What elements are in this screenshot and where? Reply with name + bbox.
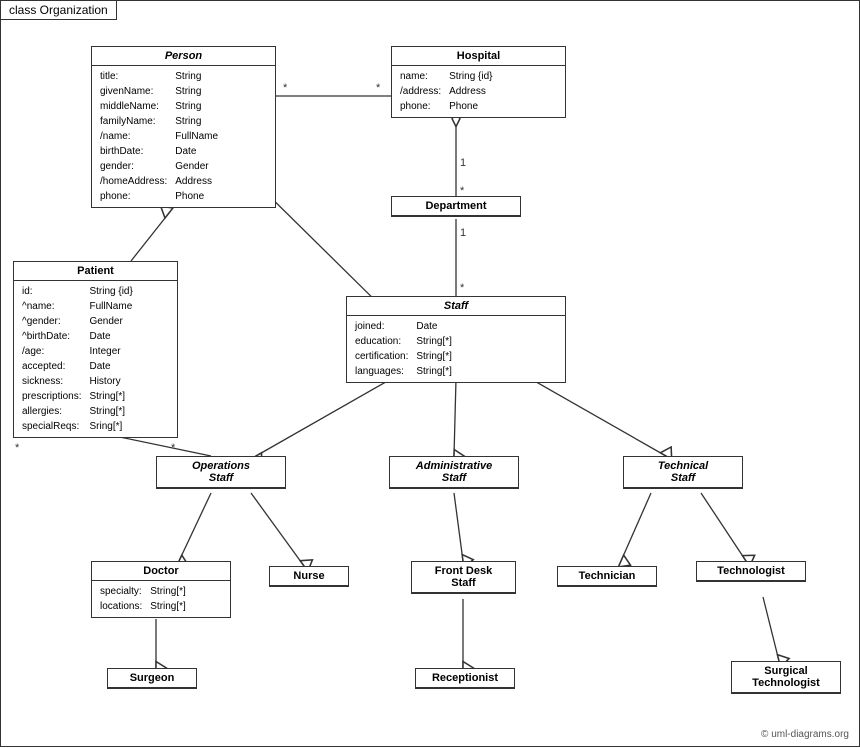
class-operations-staff-name: Operations Staff <box>157 457 285 488</box>
copyright: © uml-diagrams.org <box>761 729 849 740</box>
class-doctor: Doctor specialty:String[*] locations:Str… <box>91 561 231 618</box>
class-surgical-technologist: Surgical Technologist <box>731 661 841 694</box>
class-administrative-staff-name: Administrative Staff <box>390 457 518 488</box>
class-receptionist: Receptionist <box>415 668 515 689</box>
svg-text:1: 1 <box>460 227 466 239</box>
class-patient: Patient id:String {id} ^name:FullName ^g… <box>13 261 178 438</box>
class-receptionist-name: Receptionist <box>416 669 514 688</box>
class-hospital-name: Hospital <box>392 47 565 66</box>
class-technical-staff: Technical Staff <box>623 456 743 489</box>
class-staff-attrs: joined:Date education:String[*] certific… <box>347 316 565 382</box>
class-technical-staff-name: Technical Staff <box>624 457 742 488</box>
class-person: Person title:String givenName:String mid… <box>91 46 276 208</box>
svg-text:*: * <box>460 282 465 294</box>
svg-text:1: 1 <box>460 157 466 169</box>
class-doctor-name: Doctor <box>92 562 230 581</box>
class-hospital: Hospital name:String {id} /address:Addre… <box>391 46 566 118</box>
svg-text:*: * <box>15 442 20 454</box>
class-operations-staff: Operations Staff <box>156 456 286 489</box>
diagram-title: class Organization <box>1 1 117 20</box>
class-surgeon-name: Surgeon <box>108 669 196 688</box>
class-staff-name: Staff <box>347 297 565 316</box>
svg-text:*: * <box>376 82 381 94</box>
class-administrative-staff: Administrative Staff <box>389 456 519 489</box>
class-technician: Technician <box>557 566 657 587</box>
class-staff: Staff joined:Date education:String[*] ce… <box>346 296 566 383</box>
class-department: Department <box>391 196 521 217</box>
class-front-desk-staff: Front Desk Staff <box>411 561 516 594</box>
class-technologist-name: Technologist <box>697 562 805 581</box>
class-department-name: Department <box>392 197 520 216</box>
class-patient-name: Patient <box>14 262 177 281</box>
class-surgeon: Surgeon <box>107 668 197 689</box>
class-front-desk-staff-name: Front Desk Staff <box>412 562 515 593</box>
svg-text:*: * <box>171 442 176 454</box>
class-hospital-attrs: name:String {id} /address:Address phone:… <box>392 66 565 117</box>
class-patient-attrs: id:String {id} ^name:FullName ^gender:Ge… <box>14 281 177 437</box>
class-person-name: Person <box>92 47 275 66</box>
class-surgical-technologist-name: Surgical Technologist <box>732 662 840 693</box>
class-person-attrs: title:String givenName:String middleName… <box>92 66 275 207</box>
diagram: class Organization * * 1 * <box>0 0 860 747</box>
class-nurse: Nurse <box>269 566 349 587</box>
class-technologist: Technologist <box>696 561 806 582</box>
class-doctor-attrs: specialty:String[*] locations:String[*] <box>92 581 230 617</box>
class-technician-name: Technician <box>558 567 656 586</box>
class-nurse-name: Nurse <box>270 567 348 586</box>
svg-text:*: * <box>283 82 288 94</box>
